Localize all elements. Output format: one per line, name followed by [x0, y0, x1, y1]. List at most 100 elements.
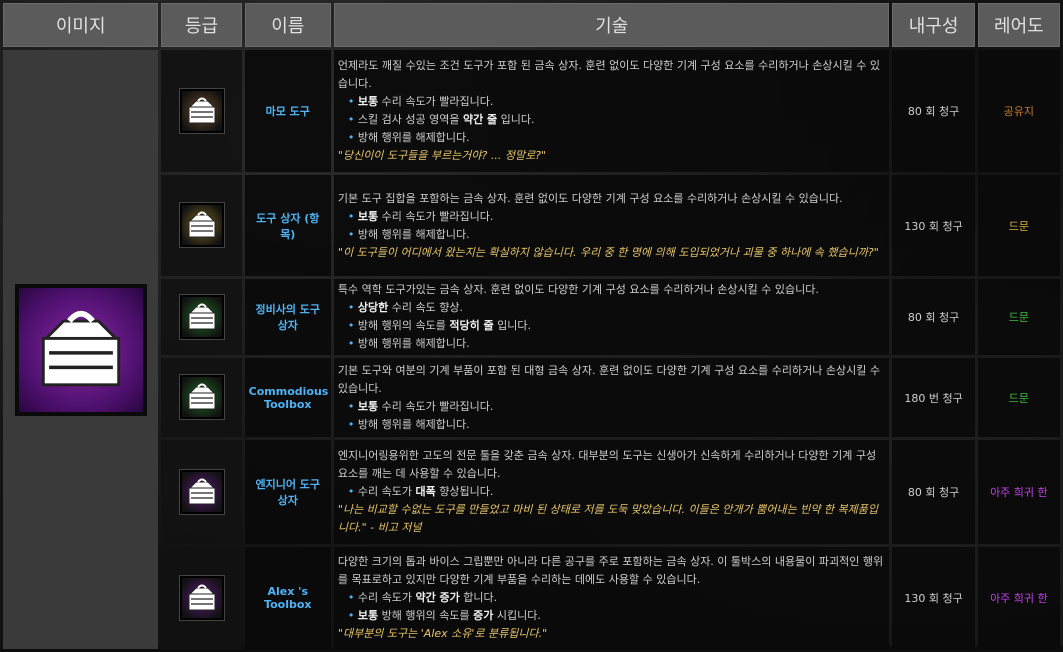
table-row: 엔지니어 도구 상자 엔지니어링용위한 고도의 전문 툴을 갖춘 금속 상자. 대… — [3, 440, 1060, 544]
effect-emphasis: 보통 — [357, 609, 379, 622]
skill-description: 기본 도구 집합을 포함하는 금속 상자. 훈련 없이도 다양한 기계 구성 요… — [333, 175, 890, 276]
header-durability[interactable]: 내구성 — [892, 3, 975, 47]
effect-list: 상당한 수리 속도 향상.방해 행위의 속도를 적당히 줄 입니다.방해 행위를… — [338, 299, 886, 353]
skill-description: 특수 역학 도구가있는 금속 상자. 훈련 없이도 다양한 기계 구성 요소를 … — [333, 279, 890, 355]
effect-item: 상당한 수리 속도 향상. — [348, 299, 886, 317]
effect-list: 보통 수리 속도가 빨라집니다.방해 행위를 해제합니다. — [338, 398, 886, 434]
description-text: 기본 도구 집합을 포함하는 금속 상자. 훈련 없이도 다양한 기계 구성 요… — [337, 191, 843, 205]
effect-list: 보통 수리 속도가 빨라집니다.스킬 검사 성공 영역을 약간 줄 입니다.방해… — [338, 93, 886, 147]
item-table: 이미지 등급 이름 기술 내구성 레어도 마모 도구 언제라도 깨질 수있는 조건… — [0, 0, 1063, 652]
toolbox-icon[interactable] — [179, 375, 224, 419]
description-text: 언제라도 깨질 수있는 조건 도구가 포함 된 금속 상자. 훈련 없이도 다양… — [337, 59, 880, 90]
effect-text: 향상됩니다. — [435, 485, 494, 498]
description-text: 다양한 크기의 톱과 바이스 그립뿐만 아니라 다른 공구를 주로 포함하는 금… — [337, 555, 884, 586]
rarity-value: 아주 희귀 한 — [977, 440, 1060, 544]
effect-text: 수리 속도 향상. — [388, 301, 463, 314]
item-name-link[interactable]: 마모 도구 — [244, 50, 331, 172]
item-name-link[interactable]: Alex 's Toolbox — [244, 547, 331, 649]
effect-emphasis: 대폭 — [415, 485, 436, 498]
durability-value: 180 번 청구 — [892, 358, 975, 437]
header-image[interactable]: 이미지 — [3, 3, 159, 47]
description-text: 엔지니어링용위한 고도의 전문 툴을 갖춘 금속 상자. 대부분의 도구는 신생… — [337, 449, 877, 480]
header-grade[interactable]: 등급 — [161, 3, 242, 47]
item-name-link[interactable]: Commodious Toolbox — [244, 358, 331, 437]
rarity-value: 드문 — [977, 279, 1060, 355]
effect-item: 수리 속도가 대폭 향상됩니다. — [348, 483, 886, 501]
skill-description: 기본 도구와 여분의 기계 부품이 포함 된 대형 금속 상자. 훈련 없이도 … — [333, 358, 890, 437]
durability-value: 80 회 청구 — [892, 440, 975, 544]
grade-cell — [161, 50, 242, 172]
item-image-cell — [3, 50, 159, 649]
effect-text: 수리 속도가 빨라집니다. — [378, 209, 494, 223]
effect-item: 수리 속도가 약간 증가 합니다. — [348, 589, 886, 607]
grade-cell — [161, 440, 242, 544]
durability-value: 130 회 청구 — [892, 547, 975, 649]
grade-cell — [161, 358, 242, 437]
table-row: 마모 도구 언제라도 깨질 수있는 조건 도구가 포함 된 금속 상자. 훈련 없… — [3, 50, 1060, 649]
effect-text: 입니다. — [493, 319, 532, 332]
rarity-value: 공유지 — [977, 50, 1060, 172]
skill-description: 언제라도 깨질 수있는 조건 도구가 포함 된 금속 상자. 훈련 없이도 다양… — [333, 50, 890, 172]
effect-emphasis: 보통 — [357, 95, 379, 108]
effect-emphasis: 약간 줄 — [462, 113, 498, 126]
item-name-link[interactable]: 정비사의 도구 상자 — [244, 279, 331, 355]
effect-text: 방해 행위를 해제합니다. — [357, 227, 470, 241]
rarity-value: 드문 — [977, 175, 1060, 276]
effect-text: 방해 행위를 해제합니다. — [357, 417, 470, 431]
toolbox-icon[interactable] — [179, 294, 224, 339]
header-name[interactable]: 이름 — [244, 3, 331, 47]
effect-list: 보통 수리 속도가 빨라집니다.방해 행위를 해제합니다. — [338, 208, 886, 244]
flavor-quote: "이 도구들이 어디에서 왔는지는 확실하지 않습니다. 우리 중 한 명에 의… — [337, 245, 879, 259]
skill-description: 엔지니어링용위한 고도의 전문 툴을 갖춘 금속 상자. 대부분의 도구는 신생… — [333, 440, 890, 544]
grade-cell — [161, 547, 242, 649]
durability-value: 130 회 청구 — [892, 175, 975, 276]
toolbox-icon[interactable] — [179, 88, 224, 133]
effect-item: 스킬 검사 성공 영역을 약간 줄 입니다. — [348, 111, 886, 129]
effect-item: 보통 수리 속도가 빨라집니다. — [348, 208, 886, 226]
effect-item: 보통 방해 행위의 속도를 증가 시킵니다. — [348, 607, 886, 625]
effect-item: 방해 행위를 해제합니다. — [348, 226, 886, 244]
item-name-link[interactable]: 엔지니어 도구 상자 — [244, 440, 331, 544]
skill-description: 다양한 크기의 톱과 바이스 그립뿐만 아니라 다른 공구를 주로 포함하는 금… — [333, 547, 890, 649]
header-rarity[interactable]: 레어도 — [977, 3, 1060, 47]
effect-emphasis: 약간 증가 — [415, 591, 460, 604]
grade-cell — [161, 175, 242, 276]
effect-emphasis: 보통 — [357, 209, 379, 223]
effect-emphasis: 보통 — [357, 399, 379, 413]
effect-list: 수리 속도가 약간 증가 합니다.보통 방해 행위의 속도를 증가 시킵니다. — [338, 589, 886, 625]
effect-item: 방해 행위를 해제합니다. — [348, 416, 886, 434]
table-row: 도구 상자 (항목) 기본 도구 집합을 포함하는 금속 상자. 훈련 없이도 다… — [3, 175, 1060, 276]
flavor-quote: "나는 비교할 수없는 도구를 만들었고 마비 된 상태로 저를 도둑 맞았습니… — [337, 503, 879, 534]
durability-value: 80 회 청구 — [892, 279, 975, 355]
rarity-value: 아주 희귀 한 — [977, 547, 1060, 649]
effect-item: 보통 수리 속도가 빨라집니다. — [348, 398, 886, 416]
effect-emphasis: 증가 — [473, 609, 494, 622]
effect-text: 방해 행위를 해제합니다. — [357, 131, 470, 144]
toolbox-icon[interactable] — [179, 203, 224, 247]
table-row: Commodious Toolbox 기본 도구와 여분의 기계 부품이 포함 된… — [3, 358, 1060, 437]
effect-item: 방해 행위를 해제합니다. — [348, 129, 886, 147]
flavor-quote: "당신이이 도구들을 부르는거야? ... 정말로?" — [337, 149, 547, 162]
effect-text: 스킬 검사 성공 영역을 — [357, 113, 463, 126]
effect-text: 수리 속도가 빨라집니다. — [378, 95, 494, 108]
table-row: 정비사의 도구 상자 특수 역학 도구가있는 금속 상자. 훈련 없이도 다양한 … — [3, 279, 1060, 355]
durability-value: 80 회 청구 — [892, 50, 975, 172]
toolbox-icon[interactable] — [179, 469, 224, 514]
effect-text: 입니다. — [497, 113, 535, 126]
grade-cell — [161, 279, 242, 355]
effect-emphasis: 상당한 — [357, 301, 389, 314]
header-skill[interactable]: 기술 — [333, 3, 890, 47]
effect-list: 수리 속도가 대폭 향상됩니다. — [338, 483, 886, 501]
effect-text: 수리 속도가 — [357, 591, 416, 604]
effect-text: 시킵니다. — [493, 609, 541, 622]
toolbox-icon[interactable] — [179, 575, 224, 620]
flavor-quote: "대부분의 도구는 'Alex 소유'로 분류됩니다." — [337, 627, 548, 640]
effect-item: 보통 수리 속도가 빨라집니다. — [348, 93, 886, 111]
effect-text: 합니다. — [459, 591, 498, 604]
toolbox-large-icon — [14, 283, 147, 416]
item-name-link[interactable]: 도구 상자 (항목) — [244, 175, 331, 276]
effect-text: 방해 행위의 속도를 — [378, 609, 474, 622]
effect-emphasis: 적당히 줄 — [449, 319, 494, 332]
table-row: Alex 's Toolbox 다양한 크기의 톱과 바이스 그립뿐만 아니라 다… — [3, 547, 1060, 649]
header-row: 이미지 등급 이름 기술 내구성 레어도 — [3, 3, 1060, 47]
